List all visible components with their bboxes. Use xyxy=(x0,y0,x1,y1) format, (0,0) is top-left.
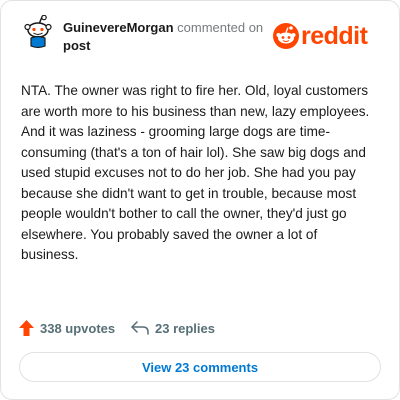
action-text: commented on xyxy=(177,20,264,35)
reply-count: 23 replies xyxy=(155,320,215,336)
reply-arrow-icon xyxy=(131,321,149,335)
comment-meta: GuinevereMorgan commented on post xyxy=(63,19,263,55)
reddit-snoo-avatar-icon[interactable] xyxy=(23,14,53,49)
username-link[interactable]: GuinevereMorgan xyxy=(63,20,174,35)
comment-header: GuinevereMorgan commented on post reddit xyxy=(23,14,383,55)
post-link[interactable]: post xyxy=(63,38,90,53)
comment-card: GuinevereMorgan commented on post reddit… xyxy=(0,0,400,400)
upvote-count: 338 upvotes xyxy=(40,320,116,336)
reply-button[interactable]: 23 replies xyxy=(131,317,215,339)
upvote-button[interactable]: 338 upvotes xyxy=(19,317,115,339)
comment-actions: 338 upvotes 23 replies xyxy=(19,317,383,339)
view-comments-button[interactable]: View 23 comments xyxy=(19,352,381,382)
view-comments-label: View 23 comments xyxy=(141,359,259,375)
comment-body: NTA. The owner was right to fire her. Ol… xyxy=(21,83,370,262)
reddit-logo-icon xyxy=(273,23,299,49)
reddit-wordmark: reddit xyxy=(301,22,368,50)
upvote-arrow-icon xyxy=(19,320,34,336)
reddit-brand[interactable]: reddit xyxy=(273,21,379,51)
